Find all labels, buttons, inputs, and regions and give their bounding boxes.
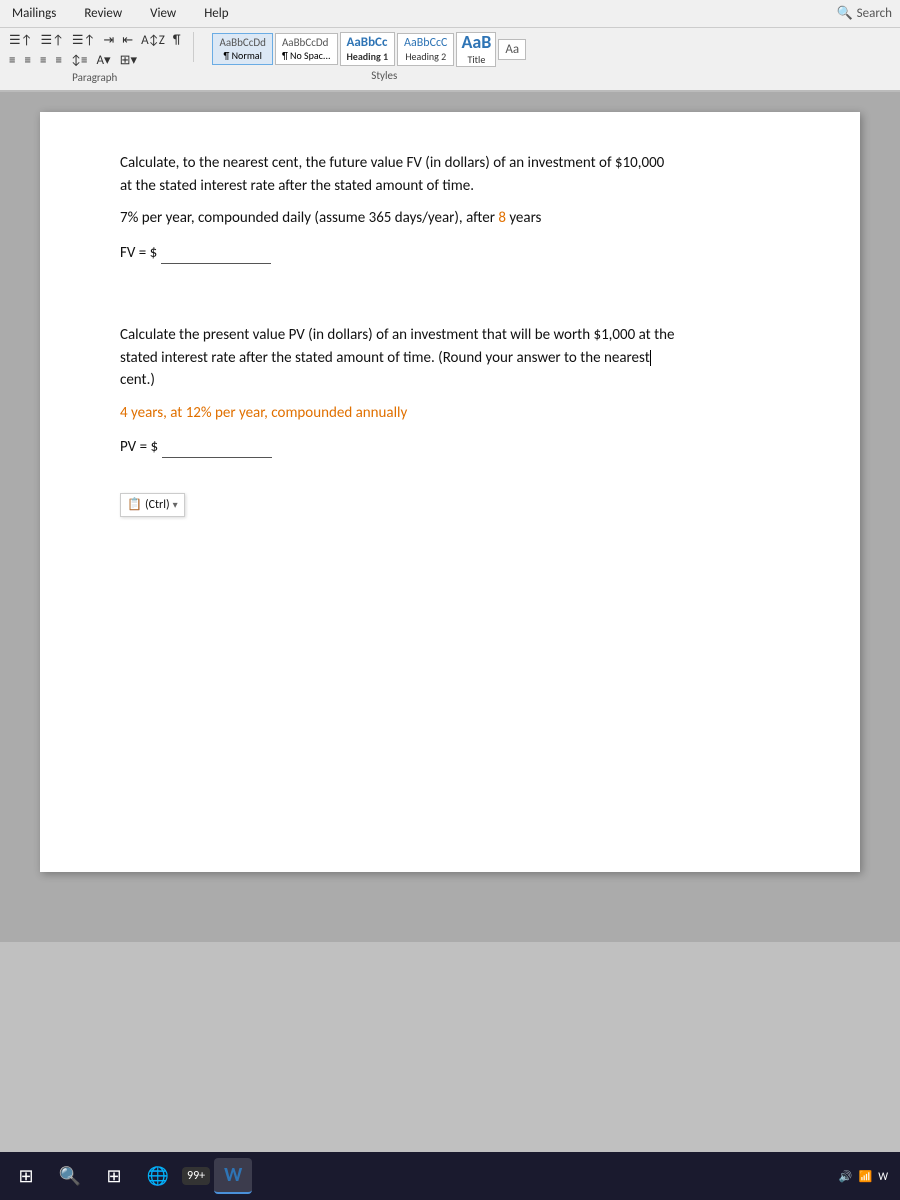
problem2-answer-label: PV = $ bbox=[120, 436, 158, 459]
search-label[interactable]: Search bbox=[857, 6, 892, 21]
sort-icon[interactable]: A↕Z bbox=[138, 32, 168, 49]
menu-view[interactable]: View bbox=[146, 4, 180, 23]
style-title-big[interactable]: AaB Title bbox=[456, 32, 496, 67]
ribbon-row1-icons: ☰↑ ☰↑ ☰↑ ⇥ ⇤ A↕Z ¶ bbox=[6, 32, 183, 49]
shading-icon[interactable]: A▾ bbox=[94, 52, 114, 69]
search-icon: 🔍 bbox=[836, 6, 852, 21]
align-left-icon[interactable]: ≡ bbox=[6, 52, 18, 69]
align-right-icon[interactable]: ≡ bbox=[37, 52, 49, 69]
borders-icon[interactable]: ⊞▾ bbox=[117, 52, 140, 69]
taskbar-edge-icon[interactable]: 🌐 bbox=[138, 1156, 178, 1196]
ctrl-dropdown-arrow: ▾ bbox=[173, 497, 178, 512]
ribbon: ☰↑ ☰↑ ☰↑ ⇥ ⇤ A↕Z ¶ ≡ ≡ ≡ ≡ ↕≡ A▾ bbox=[0, 28, 900, 92]
ctrl-tooltip[interactable]: 📋 (Ctrl) ▾ bbox=[120, 493, 185, 517]
problem1-condition: 7% per year, compounded daily (assume 36… bbox=[120, 207, 800, 230]
taskbar-grid-icon[interactable]: ⊞ bbox=[94, 1156, 134, 1196]
doc-area: Calculate, to the nearest cent, the futu… bbox=[0, 92, 900, 942]
list-icon[interactable]: ☰↑ bbox=[69, 32, 98, 49]
taskbar-search-icon[interactable]: 🔍 bbox=[50, 1156, 90, 1196]
problem2-highlight: 12% bbox=[186, 404, 212, 422]
style-nospace[interactable]: AaBbCcDd ¶ No Spac... bbox=[275, 33, 338, 65]
problem2-line3: cent.) bbox=[120, 371, 155, 389]
taskbar-tray: 🔊 📶 W bbox=[839, 1170, 894, 1183]
doc-page: Calculate, to the nearest cent, the futu… bbox=[40, 112, 860, 872]
style-normal[interactable]: AaBbCcDd ¶ Normal bbox=[212, 33, 272, 65]
problem1-condition-suffix: years bbox=[506, 209, 542, 227]
badge-count: 99+ bbox=[187, 1169, 205, 1183]
line-spacing-icon[interactable]: ↕≡ bbox=[68, 52, 91, 69]
problem-divider bbox=[120, 294, 800, 324]
menu-mailings[interactable]: Mailings bbox=[8, 4, 60, 23]
taskbar-word-app[interactable]: W bbox=[214, 1158, 252, 1194]
align-center-icon[interactable]: ≡ bbox=[21, 52, 33, 69]
taskbar-badge[interactable]: 99+ bbox=[182, 1167, 210, 1185]
taskbar-start-button[interactable]: ⊞ bbox=[6, 1156, 46, 1196]
problem2-answer-line: PV = $ bbox=[120, 436, 800, 459]
problem2-condition-suffix: per year, compounded annually bbox=[212, 404, 408, 422]
ctrl-tooltip-container: 📋 (Ctrl) ▾ bbox=[120, 489, 800, 517]
style-aa[interactable]: Aa bbox=[498, 39, 526, 60]
pilcrow-icon[interactable]: ¶ bbox=[170, 32, 184, 49]
style-heading1[interactable]: AaBbCc Heading 1 bbox=[340, 32, 396, 66]
ctrl-label: (Ctrl) bbox=[145, 496, 170, 514]
word-icon: W bbox=[224, 1163, 242, 1187]
tray-clock: W bbox=[878, 1170, 888, 1183]
problem2-line1: Calculate the present value PV (in dolla… bbox=[120, 326, 674, 344]
ribbon-divider-1 bbox=[193, 32, 194, 62]
tray-icon-2: 📶 bbox=[859, 1170, 873, 1183]
paragraph-label: Paragraph bbox=[6, 69, 183, 84]
justify-icon[interactable]: ≡ bbox=[52, 52, 64, 69]
problem2-condition-text: 4 years, at bbox=[120, 404, 186, 422]
problem1-answer-label: FV = $ bbox=[120, 242, 157, 265]
cursor-p2 bbox=[650, 350, 651, 366]
increase-indent-icon[interactable]: ⇥ bbox=[100, 32, 117, 49]
problem1-line1: Calculate, to the nearest cent, the futu… bbox=[120, 154, 664, 172]
problem1-condition-text: 7% per year, compounded daily (assume 36… bbox=[120, 209, 498, 227]
menu-help[interactable]: Help bbox=[200, 4, 232, 23]
problem2-line2: stated interest rate after the stated am… bbox=[120, 349, 650, 367]
paragraph-controls: ☰↑ ☰↑ ☰↑ ⇥ ⇤ A↕Z ¶ bbox=[6, 32, 183, 49]
styles-label: Styles bbox=[242, 67, 526, 82]
doc-content: Calculate, to the nearest cent, the futu… bbox=[120, 152, 800, 517]
style-heading2[interactable]: AaBbCcC Heading 2 bbox=[397, 33, 454, 66]
paragraph-section: ☰↑ ☰↑ ☰↑ ⇥ ⇤ A↕Z ¶ ≡ ≡ ≡ ≡ ↕≡ A▾ bbox=[6, 32, 183, 84]
styles-section: AaBbCcDd ¶ Normal AaBbCcDd ¶ No Spac... … bbox=[212, 32, 526, 82]
outdent-icon[interactable]: ☰↑ bbox=[37, 32, 66, 49]
taskbar: ⊞ 🔍 ⊞ 🌐 99+ W 🔊 📶 W bbox=[0, 1152, 900, 1200]
problem1-text: Calculate, to the nearest cent, the futu… bbox=[120, 152, 800, 197]
problem1-highlight: 8 bbox=[498, 209, 506, 227]
tray-icon-1: 🔊 bbox=[839, 1170, 853, 1183]
start-icon: ⊞ bbox=[18, 1165, 33, 1187]
menu-bar: Mailings Review View Help 🔍 Search bbox=[0, 0, 900, 28]
search-box: 🔍 Search bbox=[836, 6, 892, 21]
menu-review[interactable]: Review bbox=[80, 4, 126, 23]
problem2-condition: 4 years, at 12% per year, compounded ann… bbox=[120, 402, 800, 425]
indent-icon[interactable]: ☰↑ bbox=[6, 32, 35, 49]
problem2-text: Calculate the present value PV (in dolla… bbox=[120, 324, 800, 392]
styles-boxes: AaBbCcDd ¶ Normal AaBbCcDd ¶ No Spac... … bbox=[212, 32, 526, 67]
problem1-answer-input[interactable] bbox=[161, 242, 271, 264]
paste-icon: 📋 bbox=[127, 496, 142, 514]
problem2-answer-input[interactable] bbox=[162, 436, 272, 458]
problem1-answer-line: FV = $ bbox=[120, 242, 800, 265]
decrease-indent-icon[interactable]: ⇤ bbox=[119, 32, 136, 49]
problem1-line2: at the stated interest rate after the st… bbox=[120, 177, 474, 195]
